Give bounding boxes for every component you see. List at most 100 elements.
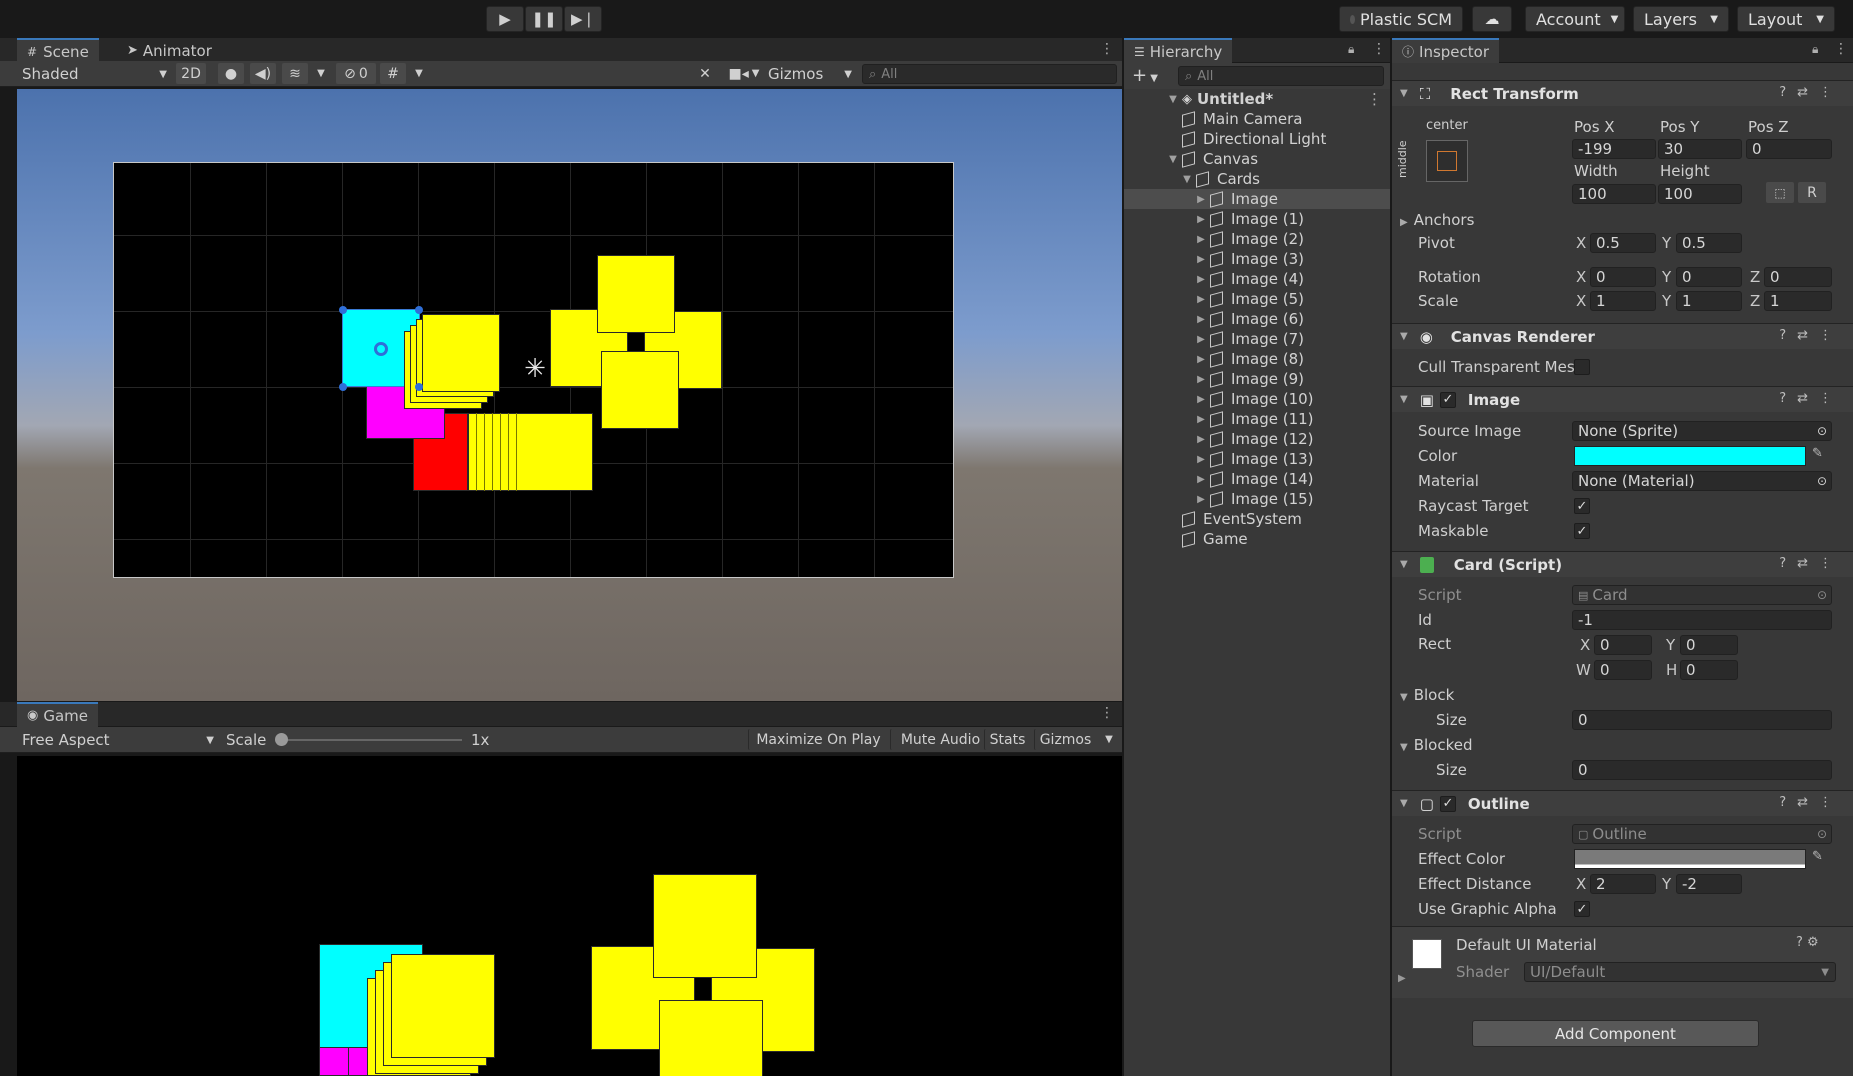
- pos-x-field[interactable]: -199: [1572, 139, 1656, 159]
- hierarchy-item[interactable]: ▶ Image (6): [1124, 309, 1390, 329]
- shading-dropdown[interactable]: Shaded ▼: [22, 64, 167, 84]
- stats-toggle[interactable]: Stats: [984, 729, 1030, 750]
- tab-scene[interactable]: # Scene: [17, 38, 99, 63]
- chevron-right-icon[interactable]: ▶: [1194, 434, 1208, 445]
- inspector-menu-icon[interactable]: ⋮: [1834, 41, 1848, 57]
- lock-icon[interactable]: 🔒︎: [1348, 42, 1354, 57]
- pos-z-field[interactable]: 0: [1746, 139, 1832, 159]
- hierarchy-item[interactable]: ▶ Image (7): [1124, 329, 1390, 349]
- component-controls[interactable]: ?⇄⋮: [1779, 391, 1843, 406]
- selection-handle[interactable]: [339, 383, 347, 391]
- pos-y-field[interactable]: 30: [1658, 139, 1742, 159]
- chevron-right-icon[interactable]: ▶: [1194, 494, 1208, 505]
- tab-inspector[interactable]: ⓘ Inspector: [1392, 38, 1499, 63]
- grid-dropdown[interactable]: ▼: [410, 63, 428, 84]
- aspect-dropdown[interactable]: Free Aspect ▼: [22, 730, 214, 750]
- hierarchy-item[interactable]: ▶ Image (10): [1124, 389, 1390, 409]
- effects-dropdown[interactable]: ▼: [312, 63, 330, 84]
- selection-handle[interactable]: [415, 383, 423, 391]
- outline-enabled-checkbox[interactable]: ✓: [1439, 795, 1456, 812]
- chevron-right-icon[interactable]: ▶: [1194, 374, 1208, 385]
- hidden-objects-toggle[interactable]: ⊘ 0: [336, 63, 376, 84]
- pause-button[interactable]: ❚❚: [525, 6, 563, 32]
- chevron-right-icon[interactable]: ▶: [1194, 234, 1208, 245]
- chevron-right-icon[interactable]: ▶: [1194, 474, 1208, 485]
- hierarchy-item[interactable]: ▶ Image (2): [1124, 229, 1390, 249]
- scale-slider-thumb[interactable]: [275, 733, 288, 746]
- pivot-y-field[interactable]: 0.5: [1676, 233, 1742, 253]
- chevron-right-icon[interactable]: ▶: [1194, 274, 1208, 285]
- blocked-foldout[interactable]: ▼ Blocked: [1400, 736, 1473, 754]
- plastic-scm-button[interactable]: Plastic SCM: [1339, 6, 1463, 32]
- scene-menu-icon[interactable]: ⋮: [1367, 90, 1382, 108]
- raw-edit-button[interactable]: R: [1798, 182, 1826, 203]
- effect-distance-y-field[interactable]: -2: [1676, 874, 1742, 894]
- hierarchy-item[interactable]: ▶ Image (1): [1124, 209, 1390, 229]
- rect-transform-header[interactable]: ▼ ⛶ Rect Transform ?⇄⋮: [1392, 80, 1853, 106]
- material-controls[interactable]: ? ⚙: [1796, 935, 1819, 950]
- effect-distance-x-field[interactable]: 2: [1590, 874, 1656, 894]
- block-foldout[interactable]: ▼ Block: [1400, 686, 1454, 704]
- image-enabled-checkbox[interactable]: ✓: [1439, 391, 1456, 408]
- rotation-y-field[interactable]: 0: [1676, 267, 1742, 287]
- hierarchy-item[interactable]: EventSystem: [1124, 509, 1390, 529]
- effects-toggle[interactable]: ≋: [282, 63, 308, 84]
- rect-w-field[interactable]: 0: [1594, 660, 1652, 680]
- width-field[interactable]: 100: [1572, 184, 1656, 204]
- scale-x-field[interactable]: 1: [1590, 291, 1656, 311]
- hierarchy-item[interactable]: ▶ Image: [1124, 189, 1390, 209]
- hierarchy-item[interactable]: ▶ Image (9): [1124, 369, 1390, 389]
- tab-game[interactable]: ◉ Game: [17, 702, 98, 727]
- grid-toggle[interactable]: #: [380, 63, 406, 84]
- card-yellow[interactable]: [597, 255, 675, 333]
- game-gizmos-dropdown[interactable]: ▼: [1100, 729, 1118, 750]
- chevron-down-icon[interactable]: ▼: [1166, 94, 1180, 105]
- step-button[interactable]: ▶❘: [564, 6, 602, 32]
- outline-header[interactable]: ▼ ▢ ✓ Outline ?⇄⋮: [1392, 790, 1853, 816]
- component-controls[interactable]: ?⇄⋮: [1779, 556, 1843, 571]
- scale-z-field[interactable]: 1: [1764, 291, 1832, 311]
- height-field[interactable]: 100: [1658, 184, 1742, 204]
- hierarchy-item[interactable]: ▼ Canvas: [1124, 149, 1390, 169]
- hierarchy-search-input[interactable]: ⌕ All: [1178, 66, 1384, 86]
- rotation-z-field[interactable]: 0: [1764, 267, 1832, 287]
- layers-dropdown[interactable]: Layers ▼: [1633, 6, 1729, 32]
- layout-dropdown[interactable]: Layout ▼: [1737, 6, 1835, 32]
- scene-menu-icon[interactable]: ⋮: [1100, 41, 1114, 57]
- component-controls[interactable]: ?⇄⋮: [1779, 795, 1843, 810]
- rect-h-field[interactable]: 0: [1680, 660, 1738, 680]
- chevron-right-icon[interactable]: ▶: [1194, 314, 1208, 325]
- selection-handle[interactable]: [415, 306, 423, 314]
- use-graphic-alpha-checkbox[interactable]: ✓: [1574, 901, 1590, 917]
- lighting-toggle[interactable]: ●: [218, 63, 244, 84]
- card-yellow[interactable]: [601, 351, 679, 429]
- tools-button[interactable]: ✕: [692, 63, 718, 84]
- component-controls[interactable]: ?⇄⋮: [1779, 328, 1843, 343]
- maskable-checkbox[interactable]: ✓: [1574, 523, 1590, 539]
- game-menu-icon[interactable]: ⋮: [1100, 705, 1114, 721]
- hierarchy-item[interactable]: Main Camera: [1124, 109, 1390, 129]
- hierarchy-item[interactable]: ▶ Image (3): [1124, 249, 1390, 269]
- add-component-button[interactable]: Add Component: [1472, 1020, 1759, 1047]
- chevron-right-icon[interactable]: ▶: [1194, 454, 1208, 465]
- pivot-x-field[interactable]: 0.5: [1590, 233, 1656, 253]
- hierarchy-item[interactable]: ▼ Cards: [1124, 169, 1390, 189]
- add-object-button[interactable]: + ▼: [1132, 65, 1158, 86]
- chevron-right-icon[interactable]: ▶: [1194, 214, 1208, 225]
- color-swatch[interactable]: [1574, 446, 1806, 466]
- mute-audio-toggle[interactable]: Mute Audio: [890, 729, 990, 750]
- chevron-right-icon[interactable]: ▶: [1398, 973, 1406, 984]
- hierarchy-item[interactable]: ▶ Image (13): [1124, 449, 1390, 469]
- account-dropdown[interactable]: Account ▼: [1525, 6, 1625, 32]
- gizmos-dropdown[interactable]: Gizmos ▼: [768, 64, 852, 84]
- canvas-renderer-header[interactable]: ▼ ◉ Canvas Renderer ?⇄⋮: [1392, 323, 1853, 349]
- game-gizmos-toggle[interactable]: Gizmos: [1034, 729, 1096, 750]
- hierarchy-item[interactable]: Directional Light: [1124, 129, 1390, 149]
- rect-x-field[interactable]: 0: [1594, 635, 1652, 655]
- maximize-on-play-toggle[interactable]: Maximize On Play: [748, 729, 888, 750]
- blueprint-button[interactable]: ⬚: [1766, 182, 1794, 203]
- scene-search-input[interactable]: ⌕ All: [862, 64, 1117, 84]
- audio-toggle[interactable]: ◀): [250, 63, 276, 84]
- camera-dropdown[interactable]: ■◂ ▼: [726, 63, 762, 84]
- hierarchy-scene-row[interactable]: ▼ ◈ Untitled* ⋮: [1124, 89, 1390, 109]
